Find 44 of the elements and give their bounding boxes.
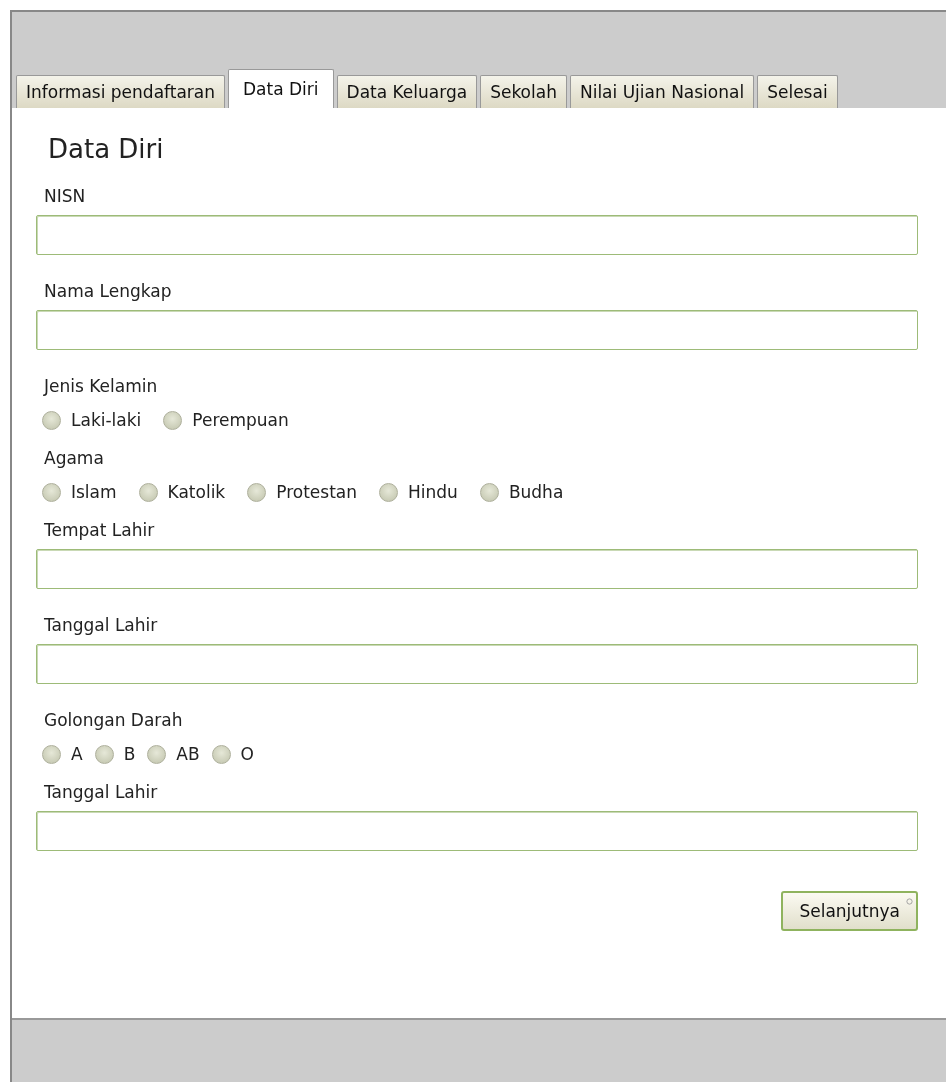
radio-label: Islam — [71, 482, 117, 502]
next-button[interactable]: Selanjutnya — [781, 891, 918, 931]
radio-label: Hindu — [408, 482, 458, 502]
ring-icon — [906, 898, 913, 905]
radio-button[interactable] — [247, 482, 267, 502]
field-label: Golongan Darah — [44, 710, 183, 730]
radio-button[interactable] — [379, 482, 398, 502]
section-title: Data Diri — [48, 134, 164, 164]
field-label: Tanggal Lahir — [44, 782, 158, 802]
input-field[interactable] — [36, 644, 918, 684]
field-label: Tempat Lahir — [44, 520, 155, 540]
radio-label: O — [240, 744, 254, 764]
input-field[interactable] — [36, 310, 918, 350]
tab[interactable]: Sekolah — [480, 75, 567, 108]
input-field[interactable] — [36, 549, 918, 589]
field-label: Jenis Kelamin — [44, 376, 158, 396]
radio-label: AB — [176, 744, 200, 764]
radio-label: Protestan — [276, 482, 357, 502]
input-field[interactable] — [36, 215, 918, 255]
radio-button[interactable] — [479, 482, 499, 502]
input-field[interactable] — [36, 811, 918, 851]
tab[interactable]: Informasi pendaftaran — [16, 75, 225, 108]
radio-label: Laki-laki — [71, 410, 142, 430]
tab[interactable]: Data Keluarga — [336, 75, 478, 108]
radio-button[interactable] — [42, 410, 61, 430]
radio-button[interactable] — [94, 744, 114, 764]
tab[interactable]: Selesai — [757, 75, 838, 108]
radio-label: Budha — [508, 482, 564, 502]
radio-label: B — [123, 744, 136, 764]
tab[interactable]: Data Diri — [228, 69, 334, 108]
radio-label: Katolik — [167, 482, 226, 502]
radio-label: A — [71, 744, 83, 764]
radio-button[interactable] — [147, 744, 167, 764]
radio-button[interactable] — [163, 410, 183, 430]
radio-button[interactable] — [42, 482, 61, 502]
field-label: Agama — [44, 448, 104, 468]
field-label: Nama Lengkap — [44, 281, 172, 301]
radio-label: Perempuan — [192, 410, 289, 430]
field-label: NISN — [44, 186, 86, 206]
radio-button[interactable] — [42, 744, 61, 764]
tab[interactable]: Nilai Ujian Nasional — [569, 75, 755, 108]
radio-button[interactable] — [211, 744, 231, 764]
radio-button[interactable] — [138, 482, 158, 502]
field-label: Tanggal Lahir — [44, 615, 158, 635]
